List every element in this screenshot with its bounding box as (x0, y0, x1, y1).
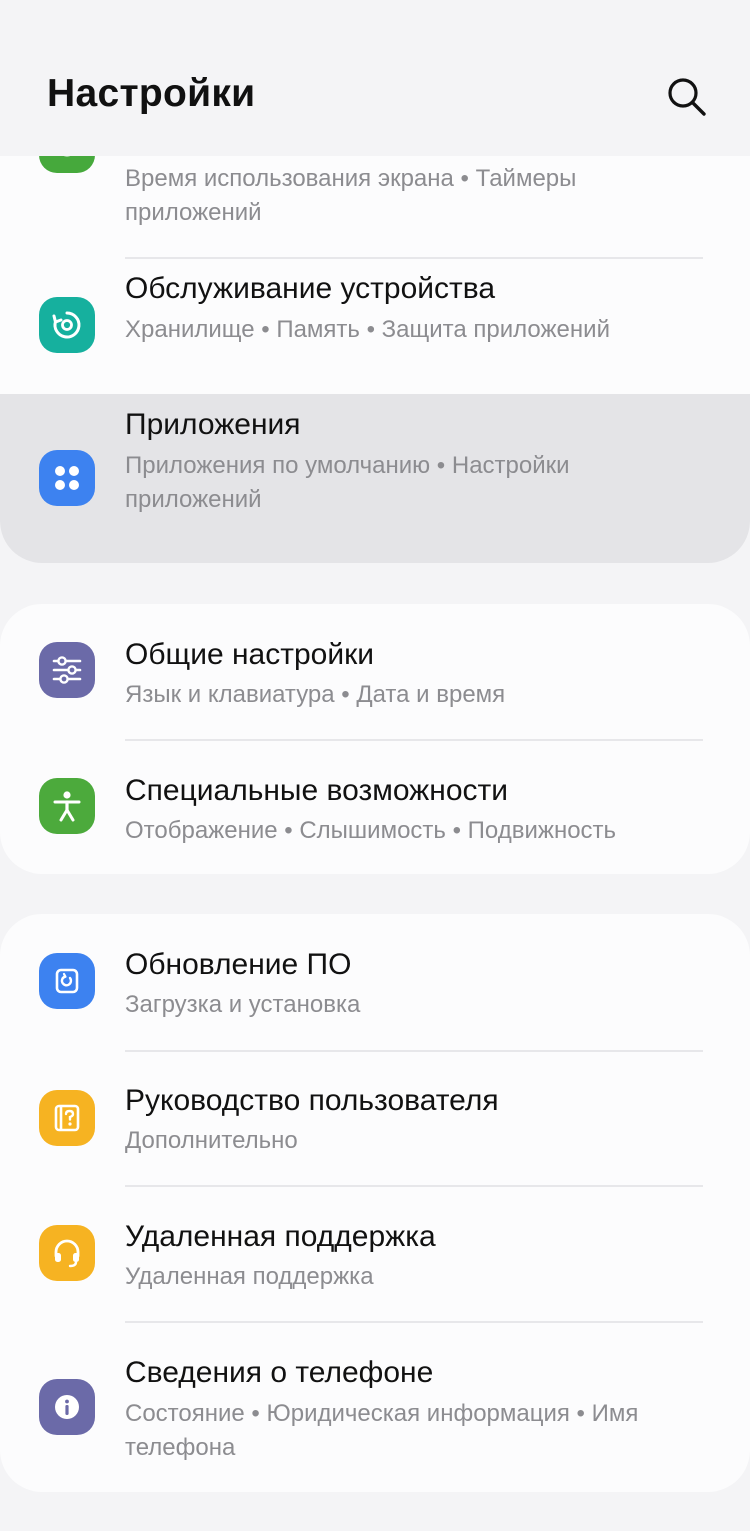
settings-item-label: Удаленная поддержка (125, 1220, 436, 1253)
settings-group-2: Общие настройки Язык и клавиатура • Дата… (0, 604, 750, 874)
settings-item-subtitle: Загрузка и установка (125, 991, 361, 1018)
settings-item-general-management[interactable]: Общие настройки Язык и клавиатура • Дата… (0, 604, 750, 741)
settings-item-about-phone[interactable]: Сведения о телефоне Состояние • Юридичес… (0, 1322, 750, 1492)
settings-item-label: Обслуживание устройства (125, 272, 496, 305)
page-title: Настройки (47, 72, 256, 115)
search-icon (668, 78, 706, 116)
settings-item-software-update[interactable]: Обновление ПО Загрузка и установка (0, 914, 750, 1052)
settings-item-subtitle: Отображение • Слышимость • Подвижность (125, 817, 617, 844)
divider (125, 257, 703, 259)
settings-item-subtitle: Время использования экрана • Таймеры при… (125, 165, 577, 226)
settings-item-accessibility[interactable]: Специальные возможности Отображение • Сл… (0, 740, 750, 874)
settings-item-label: Приложения (125, 408, 301, 441)
apps-icon (39, 450, 95, 506)
user-manual-icon (39, 1090, 95, 1146)
settings-item-subtitle: Состояние • Юридическая информация • Имя… (125, 1400, 639, 1461)
top-bar: Настройки (0, 0, 750, 156)
software-update-icon (39, 953, 95, 1009)
accessibility-icon (39, 778, 95, 834)
settings-group-3: Обновление ПО Загрузка и установка Руков… (0, 914, 750, 1492)
settings-item-apps[interactable]: Приложения Приложения по умолчанию • Нас… (0, 394, 750, 563)
info-icon (39, 1379, 95, 1435)
settings-item-subtitle: Дополнительно (125, 1127, 298, 1154)
settings-item-label: Общие настройки (125, 638, 374, 671)
settings-item-subtitle: Приложения по умолчанию • Настройки прил… (125, 452, 570, 513)
settings-item-subtitle: Хранилище • Память • Защита приложений (125, 316, 610, 343)
settings-item-subtitle: Удаленная поддержка (125, 1263, 374, 1290)
search-button[interactable] (664, 74, 708, 118)
settings-item-label: Сведения о телефоне (125, 1356, 434, 1389)
settings-item-subtitle: Язык и клавиатура • Дата и время (125, 681, 506, 708)
settings-item-label: Специальные возможности (125, 774, 508, 807)
settings-item-remote-support[interactable]: Удаленная поддержка Удаленная поддержка (0, 1186, 750, 1323)
settings-item-label: Руководство пользователя (125, 1084, 499, 1117)
settings-item-user-manual[interactable]: Руководство пользователя Дополнительно (0, 1051, 750, 1187)
sliders-icon (39, 642, 95, 698)
settings-item-device-care[interactable]: Обслуживание устройства Хранилище • Памя… (0, 260, 750, 394)
settings-item-label: Обновление ПО (125, 948, 352, 981)
device-care-icon (39, 297, 95, 353)
headset-icon (39, 1225, 95, 1281)
